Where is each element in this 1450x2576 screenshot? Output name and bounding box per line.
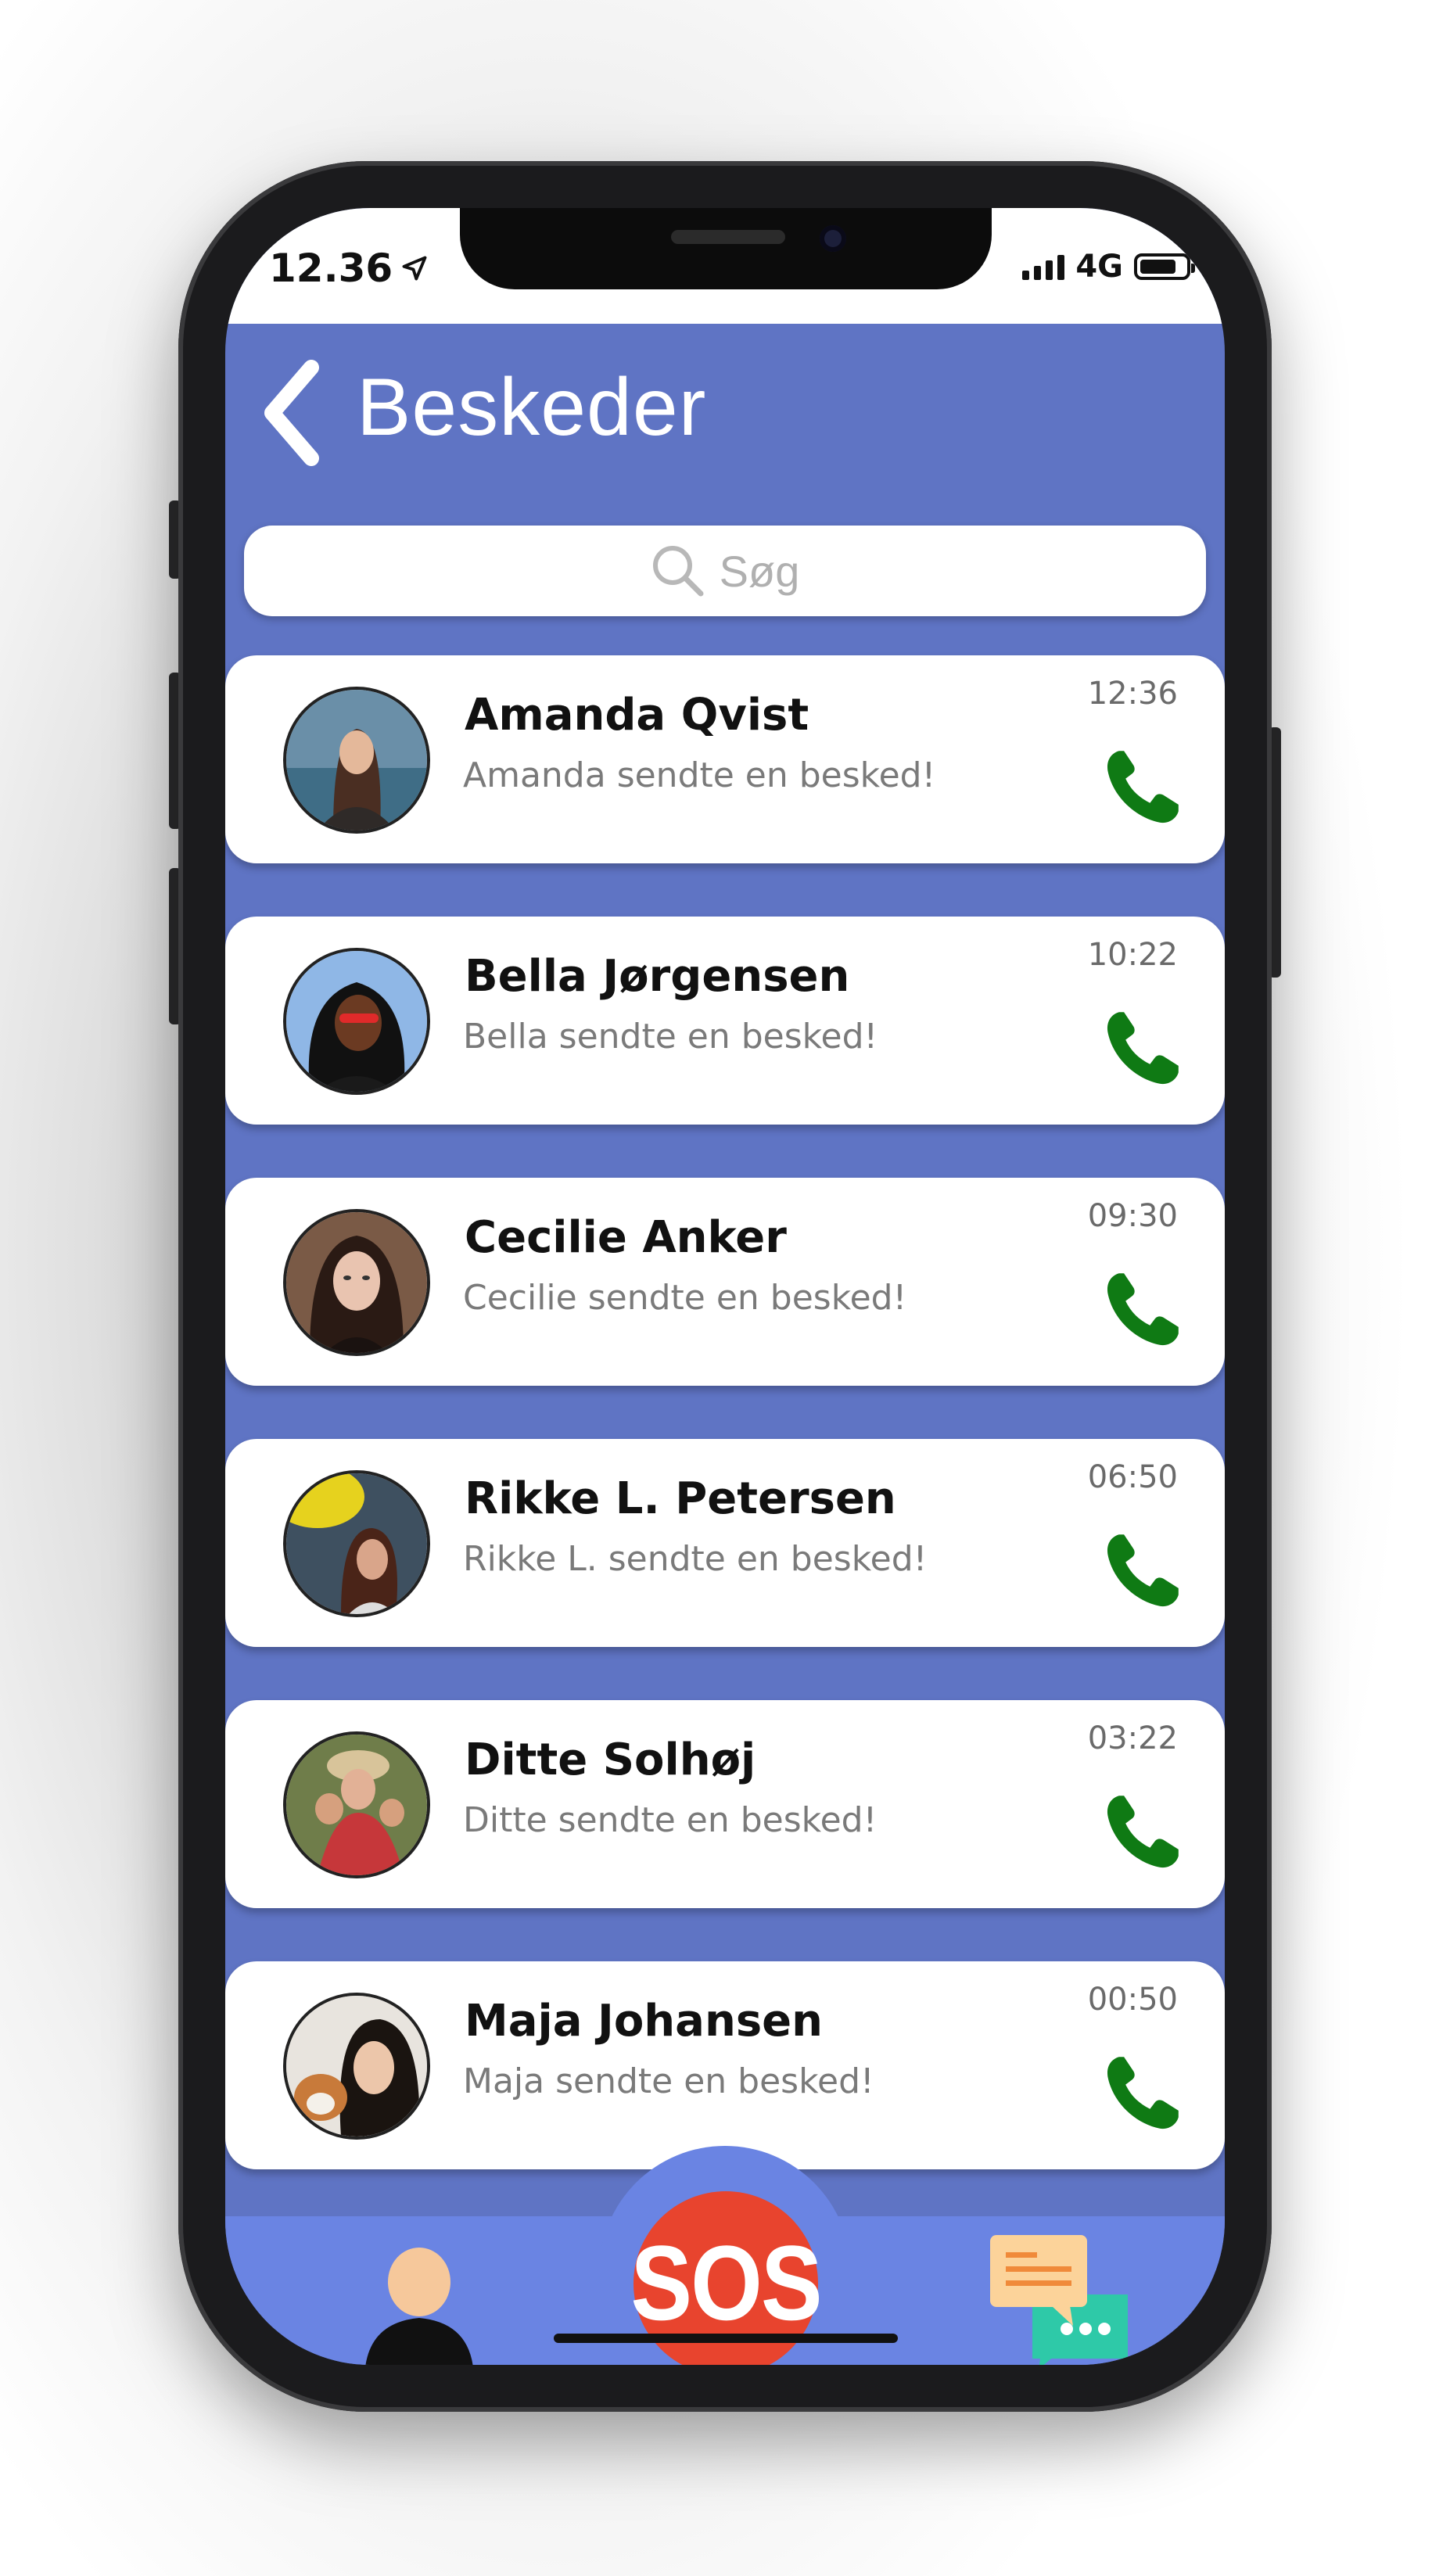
contact-name: Cecilie Anker: [465, 1212, 787, 1263]
status-time: 12.36: [269, 246, 429, 291]
profile-icon[interactable]: [357, 2244, 482, 2365]
sos-label: SOS: [630, 2224, 822, 2343]
search-placeholder: Søg: [719, 546, 800, 596]
avatar: [283, 1209, 430, 1356]
screen: 12.36 4G Beskeder Søg Amanda Qvist Amand…: [225, 208, 1225, 2365]
header: Beskeder: [225, 324, 1225, 468]
message-preview: Bella sendte en besked!: [463, 1017, 878, 1057]
message-time: 00:50: [1087, 1982, 1178, 2018]
contact-name: Ditte Solhøj: [465, 1735, 756, 1785]
front-camera: [820, 225, 846, 252]
phone-call-icon[interactable]: [1101, 746, 1183, 827]
search-icon: [652, 546, 704, 597]
notch: [460, 208, 992, 289]
location-arrow-icon: [402, 256, 427, 281]
contact-name: Rikke L. Petersen: [465, 1473, 896, 1524]
avatar: [283, 1731, 430, 1878]
status-bar: 12.36 4G: [225, 208, 1225, 324]
conversation-item[interactable]: Rikke L. Petersen Rikke L. sendte en bes…: [225, 1439, 1225, 1647]
conversation-item[interactable]: Bella Jørgensen Bella sendte en besked! …: [225, 917, 1225, 1125]
message-preview: Amanda sendte en besked!: [463, 755, 936, 795]
conversation-item[interactable]: Cecilie Anker Cecilie sendte en besked! …: [225, 1178, 1225, 1386]
conversation-item[interactable]: Ditte Solhøj Ditte sendte en besked! 03:…: [225, 1700, 1225, 1908]
message-preview: Ditte sendte en besked!: [463, 1800, 878, 1840]
home-indicator: [554, 2334, 898, 2343]
avatar: [283, 1470, 430, 1617]
status-indicators: 4G: [1022, 249, 1195, 285]
phone-call-icon[interactable]: [1101, 1530, 1183, 1611]
phone-call-icon[interactable]: [1101, 2052, 1183, 2133]
phone-call-icon[interactable]: [1101, 1791, 1183, 1872]
contact-name: Bella Jørgensen: [465, 951, 850, 1002]
contact-name: Amanda Qvist: [465, 690, 809, 741]
speaker: [671, 230, 785, 244]
messages-icon[interactable]: [989, 2232, 1137, 2365]
message-preview: Maja sendte en besked!: [463, 2061, 874, 2101]
message-time: 12:36: [1087, 676, 1178, 712]
phone-frame: 12.36 4G Beskeder Søg Amanda Qvist Amand…: [178, 161, 1272, 2412]
message-time: 09:30: [1087, 1198, 1178, 1234]
network-label: 4G: [1075, 249, 1123, 285]
message-time: 03:22: [1087, 1720, 1178, 1756]
message-preview: Rikke L. sendte en besked!: [463, 1539, 928, 1579]
avatar: [283, 1993, 430, 2140]
signal-icon: [1022, 253, 1065, 280]
conversation-item[interactable]: Maja Johansen Maja sendte en besked! 00:…: [225, 1961, 1225, 2169]
phone-call-icon[interactable]: [1101, 1007, 1183, 1089]
battery-icon: [1134, 253, 1195, 280]
message-preview: Cecilie sendte en besked!: [463, 1278, 907, 1318]
message-time: 10:22: [1087, 937, 1178, 973]
avatar: [283, 687, 430, 834]
phone-call-icon[interactable]: [1101, 1268, 1183, 1350]
page-title: Beskeder: [357, 362, 707, 453]
back-chevron-icon[interactable]: [260, 358, 322, 468]
conversation-item[interactable]: Amanda Qvist Amanda sendte en besked! 12…: [225, 655, 1225, 863]
contact-name: Maja Johansen: [465, 1996, 824, 2047]
avatar: [283, 948, 430, 1095]
message-time: 06:50: [1087, 1459, 1178, 1495]
search-input[interactable]: Søg: [244, 526, 1206, 616]
